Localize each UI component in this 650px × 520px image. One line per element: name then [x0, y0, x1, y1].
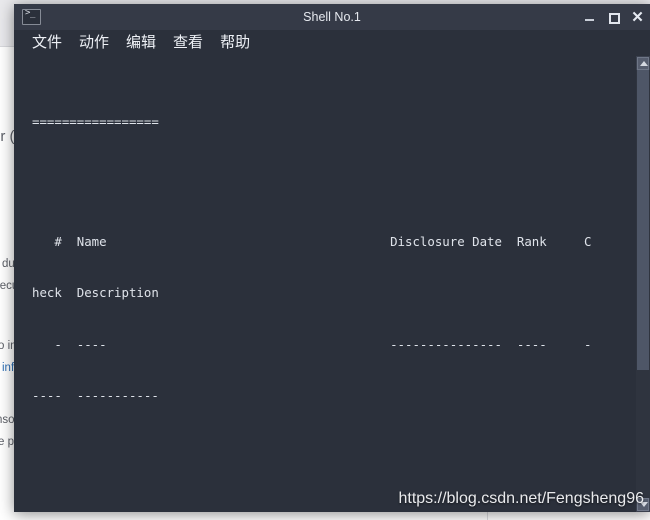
menu-item-view[interactable]: 查看: [173, 34, 203, 52]
scrollbar-thumb[interactable]: [637, 70, 649, 370]
watermark: https://blog.csdn.net/Fengsheng96: [398, 490, 644, 507]
close-button[interactable]: ✕: [631, 10, 644, 25]
terminal-icon: [22, 8, 41, 25]
table-rule-line-1: - ---- --------------- ---- -: [32, 336, 592, 352]
table-header-line-2: heck Description: [32, 285, 159, 301]
maximize-button[interactable]: [607, 11, 620, 24]
table-header-line-1: # Name Disclosure Date Rank C: [32, 233, 592, 249]
terminal-body[interactable]: ================= # Name Disclosure Date…: [14, 56, 650, 512]
terminal-output: ================= # Name Disclosure Date…: [32, 62, 592, 512]
menu-item-actions[interactable]: 动作: [79, 34, 109, 52]
scrollbar[interactable]: [636, 56, 650, 512]
titlebar[interactable]: Shell No.1 ✕: [14, 4, 650, 30]
terminal-window[interactable]: Shell No.1 ✕ 文件 动作 编辑 查看 帮助 ============…: [14, 4, 650, 512]
table-rule-line-2: ---- -----------: [32, 387, 159, 403]
scrollbar-track[interactable]: [636, 70, 650, 498]
screen: Configure Audit Trail Launch er (4013389…: [0, 0, 650, 520]
menu-item-edit[interactable]: 编辑: [126, 34, 156, 52]
minimize-button[interactable]: [583, 11, 596, 24]
window-title: Shell No.1: [303, 10, 361, 24]
menu-item-file[interactable]: 文件: [32, 34, 62, 52]
separator-line: =================: [32, 114, 159, 130]
scroll-up-icon[interactable]: [637, 57, 649, 70]
menu-item-help[interactable]: 帮助: [220, 34, 250, 52]
menubar[interactable]: 文件 动作 编辑 查看 帮助: [14, 30, 650, 56]
window-controls[interactable]: ✕: [583, 4, 644, 30]
